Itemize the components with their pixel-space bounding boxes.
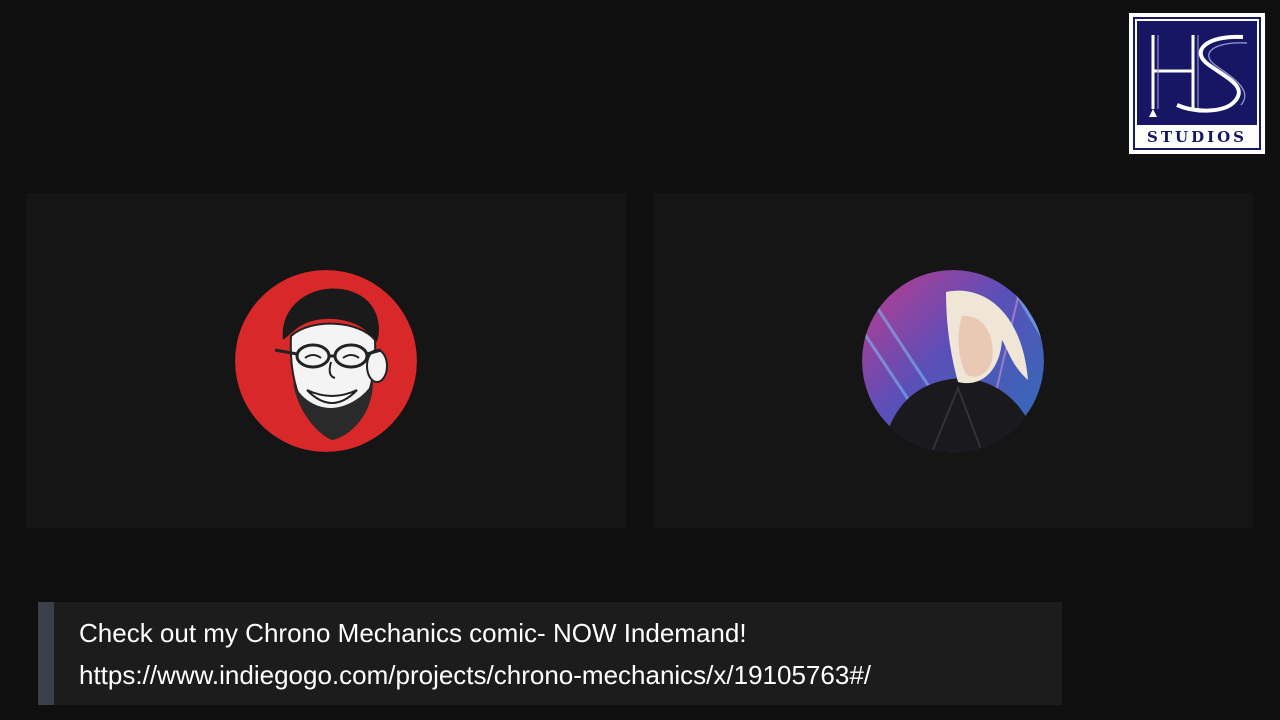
hs-monogram-icon: [1137, 21, 1257, 125]
blonde-man-leather-jacket-icon: [862, 270, 1044, 452]
stream-stage: STUDIOS Check out my Chrono Mechanics co…: [0, 0, 1280, 720]
banner-url: https://www.indiegogo.com/projects/chron…: [79, 660, 871, 690]
banner-accent-bar: [38, 602, 54, 705]
cartoon-man-glasses-icon: [235, 270, 417, 452]
participant-tile-left[interactable]: [26, 193, 626, 528]
promo-banner: Check out my Chrono Mechanics comic- NOW…: [38, 602, 1062, 705]
participant-avatar-right: [862, 270, 1044, 452]
logo-frame: STUDIOS: [1133, 17, 1261, 150]
banner-message: Check out my Chrono Mechanics comic- NOW…: [79, 618, 747, 648]
participant-avatar-left: [235, 270, 417, 452]
logo-wordmark: STUDIOS: [1147, 128, 1247, 146]
studio-logo: STUDIOS: [1129, 13, 1265, 154]
participant-tile-right[interactable]: [653, 193, 1253, 528]
